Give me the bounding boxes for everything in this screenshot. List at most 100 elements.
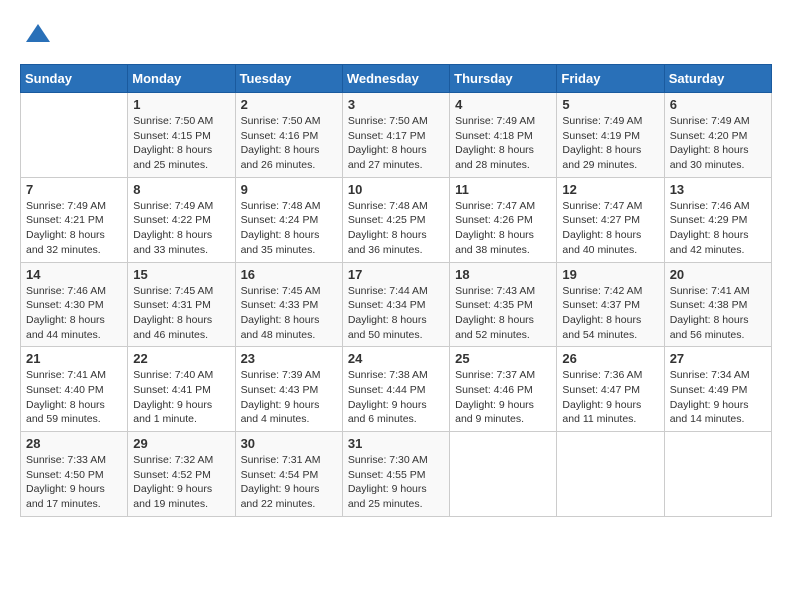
calendar-cell: 28 Sunrise: 7:33 AMSunset: 4:50 PMDayligh…	[21, 432, 128, 517]
calendar-cell: 21 Sunrise: 7:41 AMSunset: 4:40 PMDayligh…	[21, 347, 128, 432]
day-number: 21	[26, 351, 122, 366]
day-info: Sunrise: 7:39 AMSunset: 4:43 PMDaylight:…	[241, 368, 337, 427]
calendar-cell: 8Sunrise: 7:49 AMSunset: 4:22 PMDaylight…	[128, 177, 235, 262]
day-info: Sunrise: 7:40 AMSunset: 4:41 PMDaylight:…	[133, 368, 229, 427]
calendar-cell: 19 Sunrise: 7:42 AMSunset: 4:37 PMDayligh…	[557, 262, 664, 347]
calendar-cell: 14 Sunrise: 7:46 AMSunset: 4:30 PMDayligh…	[21, 262, 128, 347]
day-number: 9	[241, 182, 337, 197]
calendar-cell: 13 Sunrise: 7:46 AMSunset: 4:29 PMDayligh…	[664, 177, 771, 262]
calendar-cell: 6 Sunrise: 7:49 AMSunset: 4:20 PMDaylight…	[664, 93, 771, 178]
calendar-cell: 7 Sunrise: 7:49 AMSunset: 4:21 PMDaylight…	[21, 177, 128, 262]
day-info: Sunrise: 7:49 AMSunset: 4:18 PMDaylight:…	[455, 114, 551, 173]
calendar-cell: 17 Sunrise: 7:44 AMSunset: 4:34 PMDayligh…	[342, 262, 449, 347]
day-number: 24	[348, 351, 444, 366]
day-number: 13	[670, 182, 766, 197]
day-info: Sunrise: 7:49 AMSunset: 4:21 PMDaylight:…	[26, 199, 122, 258]
day-number: 22	[133, 351, 229, 366]
day-number: 19	[562, 267, 658, 282]
day-number: 29	[133, 436, 229, 451]
day-number: 1	[133, 97, 229, 112]
calendar-cell: 29Sunrise: 7:32 AMSunset: 4:52 PMDayligh…	[128, 432, 235, 517]
weekday-header-thursday: Thursday	[450, 65, 557, 93]
calendar-cell: 10 Sunrise: 7:48 AMSunset: 4:25 PMDayligh…	[342, 177, 449, 262]
weekday-header-friday: Friday	[557, 65, 664, 93]
day-info: Sunrise: 7:37 AMSunset: 4:46 PMDaylight:…	[455, 368, 551, 427]
day-number: 4	[455, 97, 551, 112]
day-number: 12	[562, 182, 658, 197]
day-number: 7	[26, 182, 122, 197]
day-info: Sunrise: 7:41 AMSunset: 4:38 PMDaylight:…	[670, 284, 766, 343]
weekday-header-tuesday: Tuesday	[235, 65, 342, 93]
calendar-cell: 4 Sunrise: 7:49 AMSunset: 4:18 PMDaylight…	[450, 93, 557, 178]
day-info: Sunrise: 7:47 AMSunset: 4:27 PMDaylight:…	[562, 199, 658, 258]
calendar-cell: 27 Sunrise: 7:34 AMSunset: 4:49 PMDayligh…	[664, 347, 771, 432]
day-info: Sunrise: 7:38 AMSunset: 4:44 PMDaylight:…	[348, 368, 444, 427]
calendar-week-row: 1 Sunrise: 7:50 AMSunset: 4:15 PMDaylight…	[21, 93, 772, 178]
day-info: Sunrise: 7:45 AMSunset: 4:33 PMDaylight:…	[241, 284, 337, 343]
day-number: 10	[348, 182, 444, 197]
calendar-cell: 20Sunrise: 7:41 AMSunset: 4:38 PMDayligh…	[664, 262, 771, 347]
day-number: 5	[562, 97, 658, 112]
day-info: Sunrise: 7:50 AMSunset: 4:15 PMDaylight:…	[133, 114, 229, 173]
day-number: 6	[670, 97, 766, 112]
logo	[20, 20, 52, 48]
day-number: 16	[241, 267, 337, 282]
day-info: Sunrise: 7:45 AMSunset: 4:31 PMDaylight:…	[133, 284, 229, 343]
day-info: Sunrise: 7:43 AMSunset: 4:35 PMDaylight:…	[455, 284, 551, 343]
day-info: Sunrise: 7:44 AMSunset: 4:34 PMDaylight:…	[348, 284, 444, 343]
calendar-cell: 9 Sunrise: 7:48 AMSunset: 4:24 PMDaylight…	[235, 177, 342, 262]
weekday-header-row: SundayMondayTuesdayWednesdayThursdayFrid…	[21, 65, 772, 93]
weekday-header-monday: Monday	[128, 65, 235, 93]
calendar-cell: 25 Sunrise: 7:37 AMSunset: 4:46 PMDayligh…	[450, 347, 557, 432]
calendar-cell: 5 Sunrise: 7:49 AMSunset: 4:19 PMDaylight…	[557, 93, 664, 178]
day-info: Sunrise: 7:46 AMSunset: 4:29 PMDaylight:…	[670, 199, 766, 258]
day-info: Sunrise: 7:34 AMSunset: 4:49 PMDaylight:…	[670, 368, 766, 427]
day-number: 27	[670, 351, 766, 366]
logo-icon	[24, 20, 52, 48]
day-number: 3	[348, 97, 444, 112]
day-number: 15	[133, 267, 229, 282]
day-number: 8	[133, 182, 229, 197]
day-number: 17	[348, 267, 444, 282]
day-number: 2	[241, 97, 337, 112]
calendar-week-row: 28 Sunrise: 7:33 AMSunset: 4:50 PMDayligh…	[21, 432, 772, 517]
calendar-cell: 24 Sunrise: 7:38 AMSunset: 4:44 PMDayligh…	[342, 347, 449, 432]
day-number: 14	[26, 267, 122, 282]
calendar-cell: 12 Sunrise: 7:47 AMSunset: 4:27 PMDayligh…	[557, 177, 664, 262]
day-number: 26	[562, 351, 658, 366]
day-info: Sunrise: 7:49 AMSunset: 4:19 PMDaylight:…	[562, 114, 658, 173]
day-number: 31	[348, 436, 444, 451]
calendar-cell	[450, 432, 557, 517]
calendar-table: SundayMondayTuesdayWednesdayThursdayFrid…	[20, 64, 772, 517]
calendar-cell: 3 Sunrise: 7:50 AMSunset: 4:17 PMDaylight…	[342, 93, 449, 178]
day-info: Sunrise: 7:46 AMSunset: 4:30 PMDaylight:…	[26, 284, 122, 343]
calendar-cell: 22 Sunrise: 7:40 AMSunset: 4:41 PMDayligh…	[128, 347, 235, 432]
day-number: 25	[455, 351, 551, 366]
day-number: 30	[241, 436, 337, 451]
weekday-header-wednesday: Wednesday	[342, 65, 449, 93]
day-number: 18	[455, 267, 551, 282]
calendar-cell: 31Sunrise: 7:30 AMSunset: 4:55 PMDayligh…	[342, 432, 449, 517]
calendar-cell	[557, 432, 664, 517]
day-info: Sunrise: 7:42 AMSunset: 4:37 PMDaylight:…	[562, 284, 658, 343]
page-header	[20, 20, 772, 48]
day-info: Sunrise: 7:50 AMSunset: 4:16 PMDaylight:…	[241, 114, 337, 173]
day-info: Sunrise: 7:36 AMSunset: 4:47 PMDaylight:…	[562, 368, 658, 427]
calendar-cell: 1 Sunrise: 7:50 AMSunset: 4:15 PMDaylight…	[128, 93, 235, 178]
weekday-header-sunday: Sunday	[21, 65, 128, 93]
calendar-cell: 26 Sunrise: 7:36 AMSunset: 4:47 PMDayligh…	[557, 347, 664, 432]
calendar-cell: 2 Sunrise: 7:50 AMSunset: 4:16 PMDaylight…	[235, 93, 342, 178]
weekday-header-saturday: Saturday	[664, 65, 771, 93]
day-info: Sunrise: 7:33 AMSunset: 4:50 PMDaylight:…	[26, 453, 122, 512]
day-info: Sunrise: 7:49 AMSunset: 4:20 PMDaylight:…	[670, 114, 766, 173]
day-number: 28	[26, 436, 122, 451]
calendar-cell: 16 Sunrise: 7:45 AMSunset: 4:33 PMDayligh…	[235, 262, 342, 347]
calendar-cell: 18 Sunrise: 7:43 AMSunset: 4:35 PMDayligh…	[450, 262, 557, 347]
day-info: Sunrise: 7:48 AMSunset: 4:25 PMDaylight:…	[348, 199, 444, 258]
day-info: Sunrise: 7:50 AMSunset: 4:17 PMDaylight:…	[348, 114, 444, 173]
calendar-cell: 30 Sunrise: 7:31 AMSunset: 4:54 PMDayligh…	[235, 432, 342, 517]
calendar-cell	[21, 93, 128, 178]
day-info: Sunrise: 7:41 AMSunset: 4:40 PMDaylight:…	[26, 368, 122, 427]
day-info: Sunrise: 7:31 AMSunset: 4:54 PMDaylight:…	[241, 453, 337, 512]
day-info: Sunrise: 7:48 AMSunset: 4:24 PMDaylight:…	[241, 199, 337, 258]
